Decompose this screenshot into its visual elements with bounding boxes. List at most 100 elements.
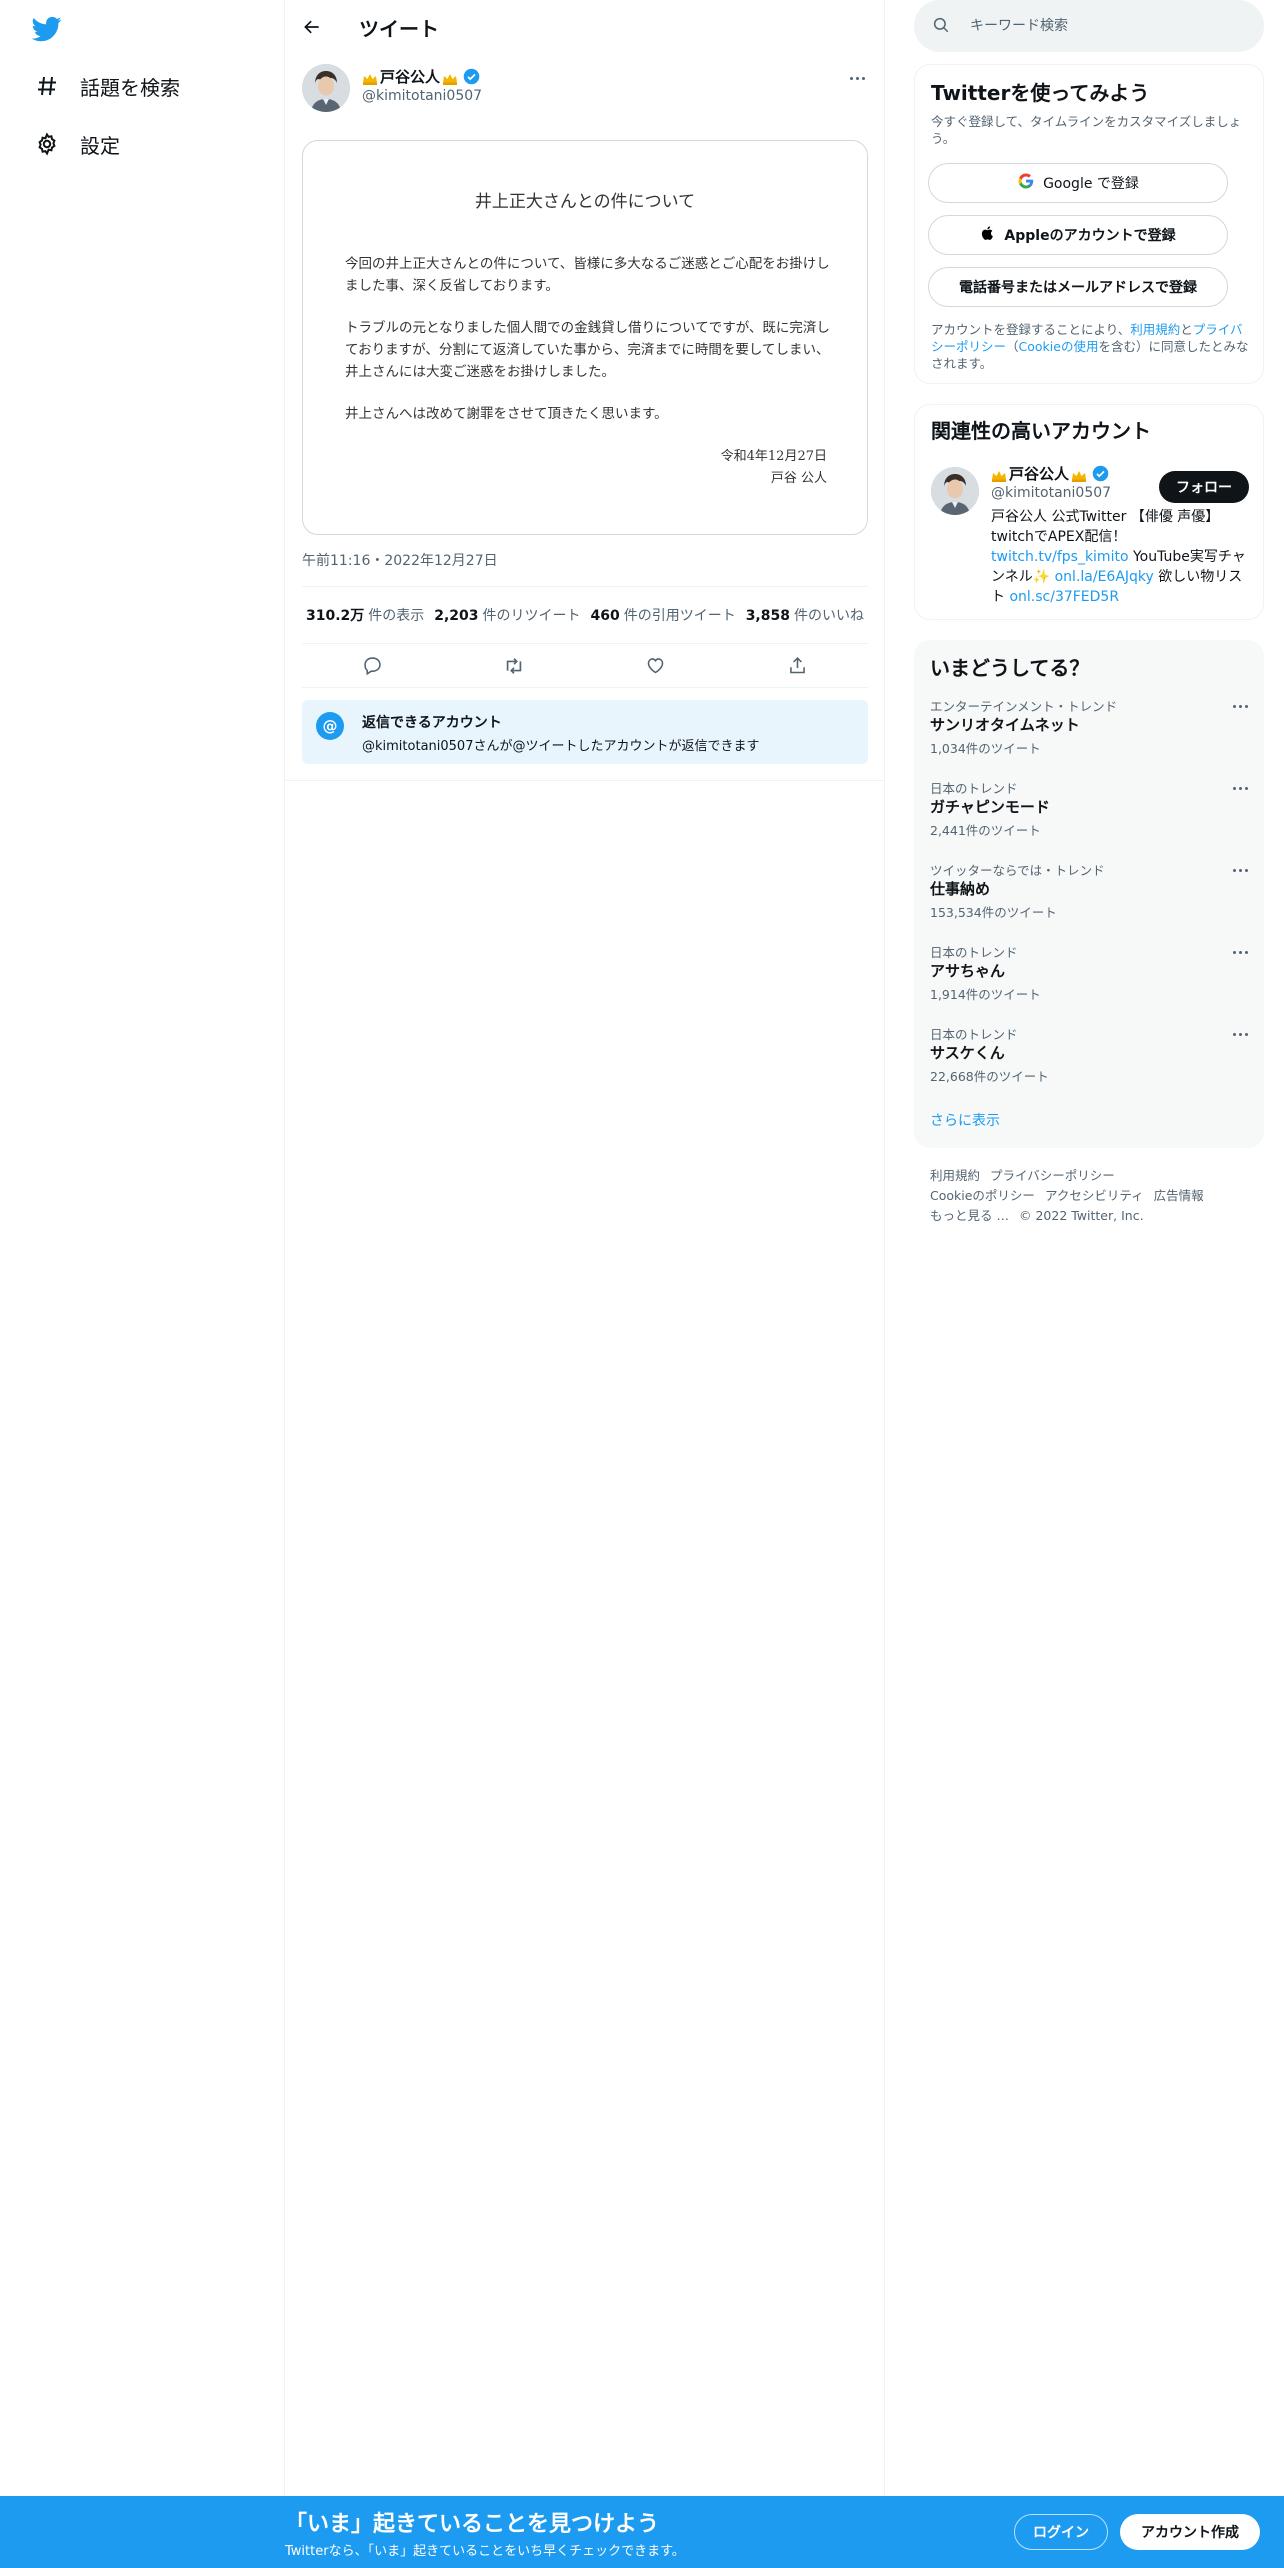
footer-accessibility-link[interactable]: アクセシビリティ (1045, 1188, 1144, 1203)
login-button[interactable]: ログイン (1014, 2514, 1108, 2550)
nav-explore-label: 話題を検索 (80, 75, 180, 100)
search-input[interactable] (970, 12, 1240, 40)
more-options-icon[interactable] (1230, 782, 1250, 794)
bio-link-wishlist[interactable]: onl.sc/37FED5R (1009, 589, 1119, 605)
apple-signup-button[interactable]: Appleのアカウントで登録 (928, 215, 1228, 255)
crown-emoji-icon (991, 468, 1007, 482)
google-signup-label: Google で登録 (1043, 176, 1139, 192)
author-name-text: 戸谷公人 (380, 68, 441, 86)
signup-panel: Twitterを使ってみよう 今すぐ登録して、タイムラインをカスタマイズしましょ… (914, 64, 1264, 384)
avatar[interactable] (302, 64, 350, 112)
tweet-actions (302, 644, 868, 688)
create-account-button[interactable]: アカウント作成 (1120, 2514, 1260, 2550)
apple-logo-icon (980, 225, 996, 245)
back-arrow-icon[interactable] (299, 14, 325, 40)
retweet-icon[interactable] (502, 654, 526, 678)
at-sign-icon: @ (316, 712, 344, 740)
apple-signup-label: Appleのアカウントで登録 (1004, 228, 1176, 244)
terms-link[interactable]: 利用規約 (1130, 322, 1180, 337)
tweet-stats: 310.2万 件の表示 2,203 件のリツイート 460 件の引用ツイート 3,85… (302, 586, 868, 644)
footer-copyright: © 2022 Twitter, Inc. (1018, 1208, 1144, 1223)
notice-paragraph-3: 井上さんへは改めて謝罪をさせて頂きたく思います。 (345, 406, 668, 422)
notice-paragraph-2: トラブルの元となりました個人間での金銭貸し借りについてですが、既に完済しておりま… (345, 320, 830, 380)
signup-legal-text: アカウントを登録することにより、利用規約とプライバシーポリシー（Cookieの使… (931, 322, 1249, 371)
divider (285, 780, 885, 781)
author-handle[interactable]: @kimitotani0507 (362, 88, 482, 104)
signup-title: Twitterを使ってみよう (931, 81, 1150, 105)
related-account-handle[interactable]: @kimitotani0507 (991, 485, 1111, 501)
stat-views[interactable]: 310.2万 件の表示 (306, 605, 424, 625)
reply-restriction-title: 返信できるアカウント (362, 715, 502, 731)
gear-icon (34, 131, 60, 157)
tweet-timestamp[interactable]: 午前11:16・2022年12月27日 (302, 550, 498, 570)
nav-settings-label: 設定 (80, 133, 120, 158)
phone-email-signup-label: 電話番号またはメールアドレスで登録 (959, 280, 1197, 296)
main-column: ツイート 戸谷公人 @kimitotani0507 井上正大さんとの件について … (285, 0, 885, 2568)
footer-cookie-link[interactable]: Cookieのポリシー (930, 1188, 1035, 1203)
google-logo-icon (1017, 172, 1035, 194)
footer-links: 利用規約 プライバシーポリシー Cookieのポリシー アクセシビリティ 広告情報 も… (930, 1166, 1250, 1226)
more-options-icon[interactable] (846, 70, 868, 86)
search-icon (932, 16, 952, 36)
trend-item[interactable]: 日本のトレンド サスケくん 22,668件のツイート (930, 1024, 1250, 1098)
phone-email-signup-button[interactable]: 電話番号またはメールアドレスで登録 (928, 267, 1228, 307)
notice-title: 井上正大さんとの件について (474, 192, 696, 212)
follow-button[interactable]: フォロー (1159, 471, 1249, 503)
share-icon[interactable] (785, 654, 809, 678)
bio-link-youtube[interactable]: onl.la/E6AJqky (1055, 569, 1154, 585)
footer-ads-link[interactable]: 広告情報 (1154, 1188, 1204, 1203)
bio-link-twitch[interactable]: twitch.tv/fps_kimito (991, 549, 1129, 565)
trend-item[interactable]: エンターテインメント・トレンド サンリオタイムネット 1,034件のツイート (930, 696, 1250, 770)
trends-title: いまどうしてる？ (930, 656, 1090, 680)
reply-restriction-description: @kimitotani0507さんが@ツイートしたアカウントが返信できます (362, 739, 760, 754)
stat-quotes[interactable]: 460 件の引用ツイート (591, 605, 736, 625)
hashtag-icon (34, 73, 60, 99)
tweet-author: 戸谷公人 @kimitotani0507 (302, 64, 868, 116)
twitter-logo-icon[interactable] (30, 14, 64, 44)
search-bar[interactable] (914, 0, 1264, 52)
footer-terms-link[interactable]: 利用規約 (930, 1168, 980, 1183)
reply-icon[interactable] (361, 654, 385, 678)
left-navigation: 話題を検索 設定 (0, 0, 285, 2568)
like-icon[interactable] (644, 654, 668, 678)
footer-more-link[interactable]: もっと見る … (930, 1208, 1009, 1223)
more-options-icon[interactable] (1230, 1028, 1250, 1040)
tweet-image-notice[interactable]: 井上正大さんとの件について 今回の井上正大さんとの件について、皆様に多大なるご迷… (302, 140, 868, 535)
related-accounts-panel: 関連性の高いアカウント 戸谷公人 @kimitotani0507 フォロー 戸谷… (914, 404, 1264, 620)
trend-item[interactable]: ツイッターならでは・トレンド 仕事納め 153,534件のツイート (930, 860, 1250, 934)
verified-badge-icon (1092, 465, 1109, 482)
signup-subtitle: 今すぐ登録して、タイムラインをカスタマイズしましょう。 (931, 114, 1242, 146)
avatar[interactable] (931, 467, 979, 515)
more-options-icon[interactable] (1230, 864, 1250, 876)
related-account-bio: 戸谷公人 公式Twitter 【俳優 声優】twitchでAPEX配信！twit… (991, 509, 1246, 605)
crown-emoji-icon (362, 71, 378, 85)
more-options-icon[interactable] (1230, 700, 1250, 712)
show-more-link[interactable]: さらに表示 (930, 1110, 1000, 1130)
footer-privacy-link[interactable]: プライバシーポリシー (990, 1168, 1115, 1183)
stat-likes[interactable]: 3,858 件のいいね (746, 605, 864, 625)
bottom-bar-title: 「いま」起きていることを見つけよう (285, 2512, 660, 2537)
stat-retweets[interactable]: 2,203 件のリツイート (434, 605, 580, 625)
crown-emoji-icon (1071, 468, 1087, 482)
nav-settings[interactable]: 設定 (34, 124, 120, 164)
trend-item[interactable]: 日本のトレンド ガチャピンモード 2,441件のツイート (930, 778, 1250, 852)
trend-item[interactable]: 日本のトレンド アサちゃん 1,914件のツイート (930, 942, 1250, 1016)
notice-date: 令和4年12月27日 (720, 449, 827, 464)
bottom-signup-bar: 「いま」起きていることを見つけよう Twitterなら、「いま」起きていることを… (0, 2496, 1284, 2568)
more-options-icon[interactable] (1230, 946, 1250, 958)
related-title: 関連性の高いアカウント (931, 419, 1151, 443)
author-name[interactable]: 戸谷公人 (362, 66, 480, 87)
trends-panel: いまどうしてる？ エンターテインメント・トレンド サンリオタイムネット 1,03… (914, 640, 1264, 1148)
verified-badge-icon (463, 68, 480, 85)
crown-emoji-icon (442, 71, 458, 85)
page-title: ツイート (359, 17, 439, 41)
nav-explore[interactable]: 話題を検索 (34, 66, 180, 106)
google-signup-button[interactable]: Google で登録 (928, 163, 1228, 203)
top-bar: ツイート (285, 0, 885, 54)
notice-paragraph-1: 今回の井上正大さんとの件について、皆様に多大なるご迷惑とご心配をお掛けしました事… (345, 256, 830, 294)
bottom-bar-subtitle: Twitterなら、「いま」起きていることをいち早くチェックできます。 (285, 2544, 685, 2559)
related-account-name[interactable]: 戸谷公人 (991, 463, 1109, 484)
notice-signature: 戸谷 公人 (770, 471, 827, 486)
reply-restriction-box: @ 返信できるアカウント @kimitotani0507さんが@ツイートしたアカ… (302, 700, 868, 764)
cookie-link[interactable]: Cookieの使用 (1019, 339, 1099, 354)
